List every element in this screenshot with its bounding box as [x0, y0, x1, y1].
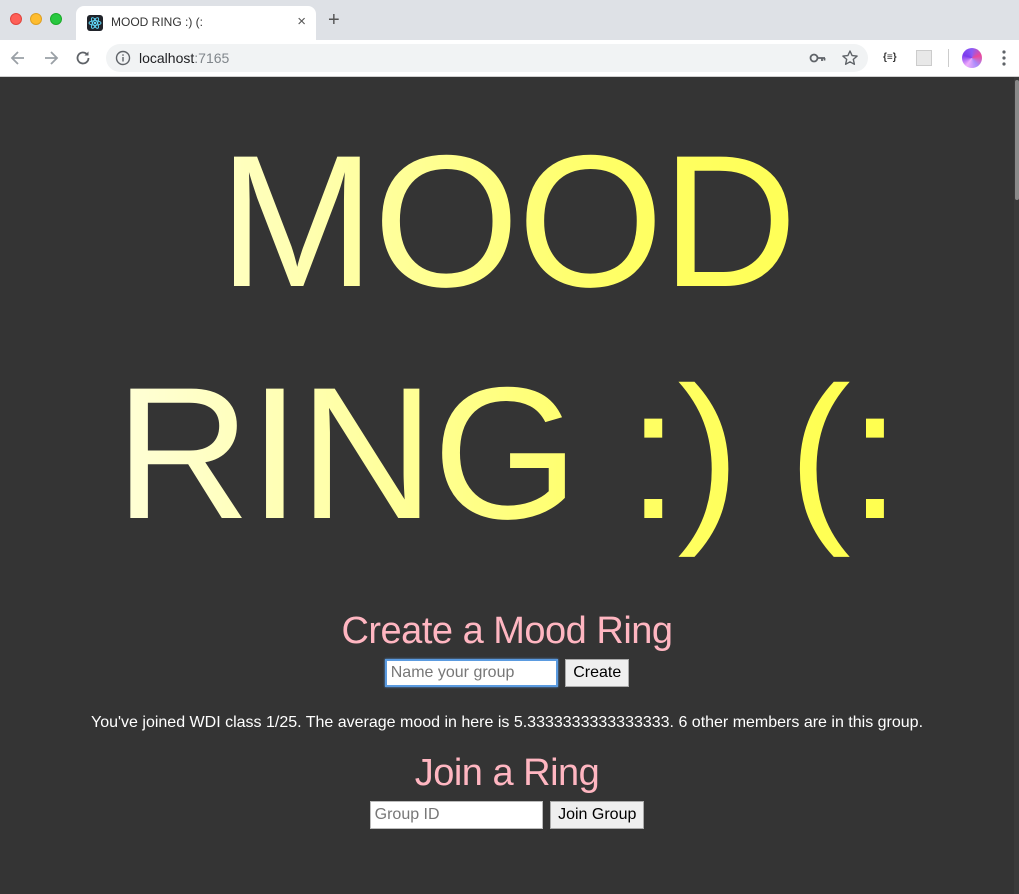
toolbar-divider — [948, 49, 949, 67]
app-title-line-2: RING :) (: — [114, 348, 900, 558]
forward-arrow-icon[interactable] — [41, 48, 61, 68]
create-button[interactable]: Create — [565, 659, 630, 687]
react-icon — [87, 15, 103, 31]
window-maximize-button[interactable] — [50, 13, 62, 25]
json-viewer-extension-icon[interactable]: {≡} — [883, 52, 897, 63]
create-ring-form: Create — [0, 659, 1014, 691]
key-icon[interactable] — [809, 50, 827, 66]
tab-title: MOOD RING :) (: — [111, 15, 203, 29]
join-ring-heading: Join a Ring — [414, 752, 600, 794]
browser-tab-active[interactable]: MOOD RING :) (: × — [76, 6, 316, 40]
window-close-button[interactable] — [10, 13, 22, 25]
address-bar[interactable]: localhost:7165 — [106, 44, 868, 72]
app-title: MOOD RING :) (: — [0, 105, 1014, 569]
url-port: :7165 — [194, 50, 230, 66]
reload-icon[interactable] — [73, 48, 93, 68]
new-tab-button[interactable]: + — [328, 9, 340, 31]
join-ring-form: Join Group — [0, 801, 1014, 833]
group-name-input[interactable] — [384, 659, 558, 687]
page-content: MOOD RING :) (: Create a Mood Ring Creat… — [0, 77, 1014, 894]
back-arrow-icon[interactable] — [8, 48, 28, 68]
info-icon[interactable] — [115, 50, 131, 66]
join-group-button[interactable]: Join Group — [550, 801, 645, 829]
browser-tab-bar: MOOD RING :) (: × + — [0, 0, 1019, 40]
profile-avatar[interactable] — [962, 48, 982, 68]
status-message: You've joined WDI class 1/25. The averag… — [90, 714, 924, 731]
app-title-line-1: MOOD — [218, 116, 796, 326]
scrollbar-thumb[interactable] — [1015, 80, 1019, 200]
tab-close-icon[interactable]: × — [297, 13, 306, 31]
url-text: localhost:7165 — [139, 50, 229, 66]
browser-toolbar: localhost:7165 — [0, 40, 1019, 77]
window-minimize-button[interactable] — [30, 13, 42, 25]
url-host: localhost — [139, 50, 195, 66]
group-id-input[interactable] — [369, 801, 543, 829]
extension-icon[interactable] — [916, 50, 932, 66]
star-icon[interactable] — [841, 49, 859, 67]
menu-dots-icon[interactable] — [1001, 48, 1007, 68]
create-ring-heading: Create a Mood Ring — [341, 610, 673, 652]
